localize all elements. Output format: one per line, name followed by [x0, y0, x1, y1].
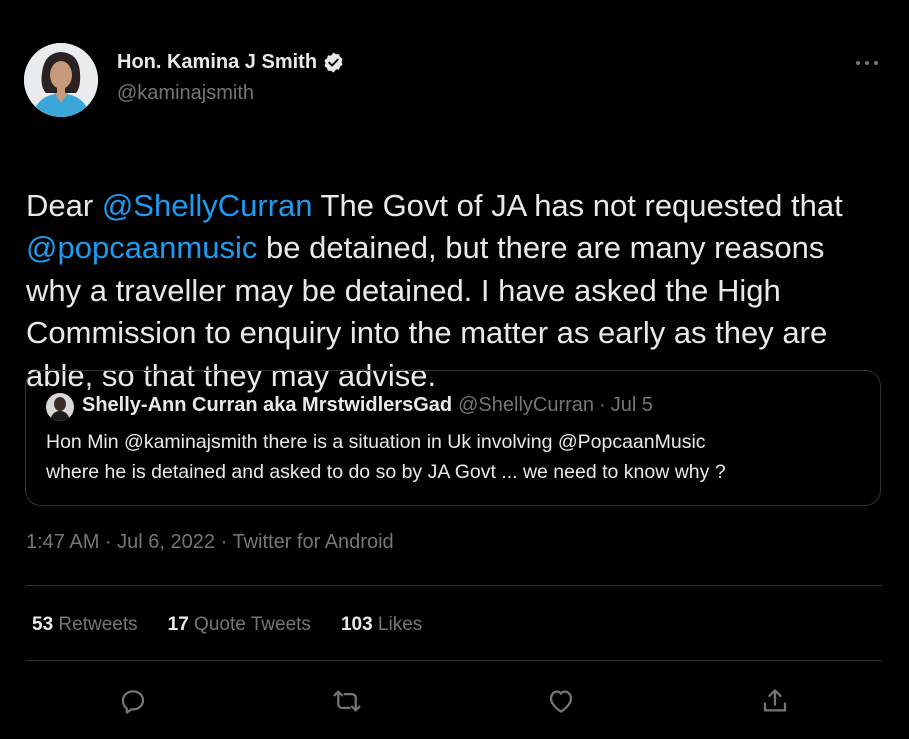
quote-tweets-label: Quote Tweets — [194, 614, 311, 635]
tweet-meta: 1:47 AMJul 6, 2022Twitter for Android — [26, 531, 394, 554]
quoted-tweet-card[interactable]: Shelly-Ann Curran aka MrstwidlersGad @Sh… — [25, 370, 881, 506]
quote-tweets-count: 17 — [167, 614, 189, 635]
more-options-icon[interactable] — [846, 48, 888, 78]
like-icon[interactable] — [541, 676, 581, 726]
tweet-text-part: Dear — [26, 187, 102, 223]
retweet-icon[interactable] — [327, 676, 367, 726]
mention-link[interactable]: @ShellyCurran — [102, 188, 313, 223]
tweet-date[interactable]: Jul 6, 2022 — [99, 531, 215, 553]
tweet-text-part: The Govt of JA has not requested that — [312, 187, 843, 223]
likes-count: 103 — [340, 614, 373, 635]
quote-separator: · — [599, 394, 606, 416]
quote-author-name: Shelly-Ann Curran aka MrstwidlersGad — [82, 394, 453, 416]
tweet-source[interactable]: Twitter for Android — [215, 531, 394, 553]
author-name[interactable]: Hon. Kamina J Smith — [117, 51, 317, 74]
retweets-label: Retweets — [58, 614, 138, 635]
retweets-count: 53 — [32, 614, 54, 635]
reply-icon[interactable] — [113, 676, 153, 726]
author-name-row[interactable]: Hon. Kamina J Smith — [117, 51, 345, 74]
mention-link[interactable]: @popcaanmusic — [26, 230, 257, 265]
likes-label: Likes — [377, 614, 423, 635]
quote-date: Jul 5 — [610, 394, 653, 416]
tweet-text: Dear @ShellyCurran The Govt of JA has no… — [26, 142, 886, 397]
quote-header: Shelly-Ann Curran aka MrstwidlersGad @Sh… — [82, 394, 653, 417]
quote-author-handle: @ShellyCurran — [458, 394, 595, 416]
divider — [26, 585, 882, 586]
author-handle[interactable]: @kaminajsmith — [117, 82, 254, 105]
verified-badge-icon — [322, 51, 345, 74]
tweet-time[interactable]: 1:47 AM — [26, 531, 99, 553]
tweet: Hon. Kamina J Smith @kaminajsmith Dear @… — [0, 0, 909, 739]
tweet-actions — [0, 676, 909, 726]
author-avatar[interactable] — [24, 43, 98, 117]
quote-author-avatar — [46, 393, 74, 421]
likes-stat[interactable]: 103 Likes — [341, 614, 422, 636]
tweet-stats: 53 Retweets 17 Quote Tweets 103 Likes — [32, 614, 452, 636]
share-icon[interactable] — [755, 676, 795, 726]
quote-text: Hon Min @kaminajsmith there is a situati… — [46, 431, 726, 483]
quote-tweets-stat[interactable]: 17 Quote Tweets — [168, 614, 311, 636]
divider — [26, 660, 882, 661]
retweets-stat[interactable]: 53 Retweets — [32, 614, 138, 636]
